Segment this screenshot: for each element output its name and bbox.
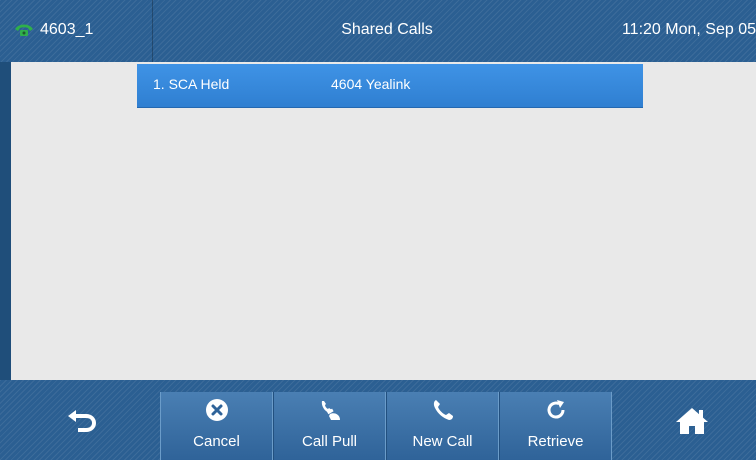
- call-row[interactable]: 1. SCA Held 4604 Yealink: [137, 64, 643, 108]
- call-pull-label: Call Pull: [301, 433, 358, 450]
- account-indicator[interactable]: 4603_1: [0, 0, 153, 62]
- new-call-label: New Call: [412, 433, 473, 450]
- account-label: 4603_1: [40, 21, 94, 38]
- retrieve-button[interactable]: Retrieve: [499, 392, 612, 460]
- home-icon: [676, 408, 708, 434]
- clock: 11:20 Mon, Sep 05: [621, 21, 756, 38]
- phone-registered-icon: [15, 24, 33, 36]
- back-button[interactable]: [62, 402, 102, 438]
- softkey-group: Cancel Call Pull New Call Retrieve: [160, 392, 612, 460]
- call-party: 4604 Yealink: [331, 76, 411, 92]
- home-button[interactable]: [672, 402, 712, 438]
- page-title: Shared Calls: [341, 21, 433, 38]
- back-icon: [68, 410, 96, 432]
- retrieve-icon: [547, 400, 565, 419]
- new-call-button[interactable]: New Call: [386, 392, 499, 460]
- softkey-bar: Cancel Call Pull New Call Retrieve: [0, 380, 756, 460]
- retrieve-label: Retrieve: [527, 433, 584, 450]
- call-pull-button[interactable]: Call Pull: [273, 392, 386, 460]
- cancel-label: Cancel: [193, 433, 240, 450]
- cancel-icon: [205, 399, 228, 421]
- status-bar: 4603_1 Shared Calls 11:20 Mon, Sep 05: [0, 0, 756, 62]
- call-status: 1. SCA Held: [153, 76, 230, 92]
- cancel-button[interactable]: Cancel: [160, 392, 273, 460]
- call-pull-icon: [321, 401, 340, 420]
- shared-calls-list: 1. SCA Held 4604 Yealink: [11, 62, 756, 380]
- new-call-icon: [433, 400, 453, 420]
